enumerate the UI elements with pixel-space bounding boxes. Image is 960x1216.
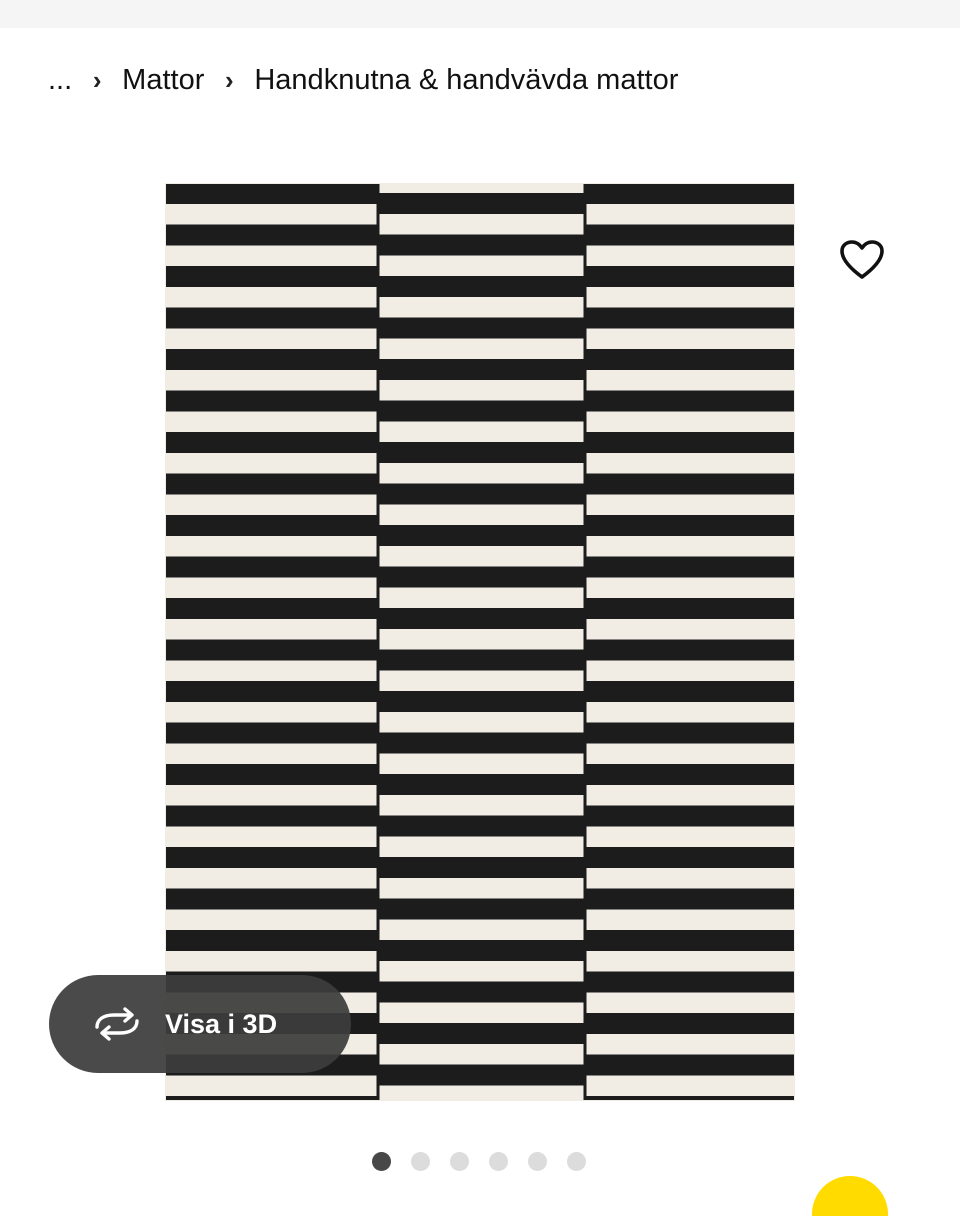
carousel-dot[interactable] bbox=[528, 1151, 547, 1171]
heart-icon bbox=[840, 240, 884, 279]
breadcrumb-ellipsis[interactable]: ... bbox=[48, 64, 72, 97]
carousel-dot[interactable] bbox=[567, 1151, 586, 1171]
carousel-dot[interactable] bbox=[411, 1151, 430, 1171]
carousel-dot[interactable] bbox=[489, 1151, 508, 1171]
rotate-3d-icon bbox=[91, 1006, 145, 1042]
floating-action-button-peek[interactable] bbox=[812, 1176, 888, 1216]
carousel-dot[interactable] bbox=[372, 1151, 391, 1171]
breadcrumb-separator-icon: › bbox=[92, 64, 102, 95]
browser-top-strip bbox=[0, 0, 960, 28]
breadcrumb-separator-icon: › bbox=[225, 64, 234, 95]
striped-rug-image bbox=[165, 183, 795, 1101]
carousel-indicator bbox=[372, 1150, 606, 1172]
view-in-3d-label: Visa i 3D bbox=[165, 1008, 278, 1039]
breadcrumb-item-handknutna[interactable]: Handknutna & handvävda mattor bbox=[254, 64, 678, 97]
breadcrumb: ... › Mattor › Handknutna & handvävda ma… bbox=[48, 58, 678, 102]
view-in-3d-button[interactable]: Visa i 3D bbox=[49, 975, 351, 1073]
favorite-button[interactable] bbox=[832, 232, 892, 288]
breadcrumb-item-mattor[interactable]: Mattor bbox=[122, 64, 204, 97]
product-image[interactable] bbox=[165, 183, 795, 1101]
carousel-dot[interactable] bbox=[450, 1151, 469, 1171]
